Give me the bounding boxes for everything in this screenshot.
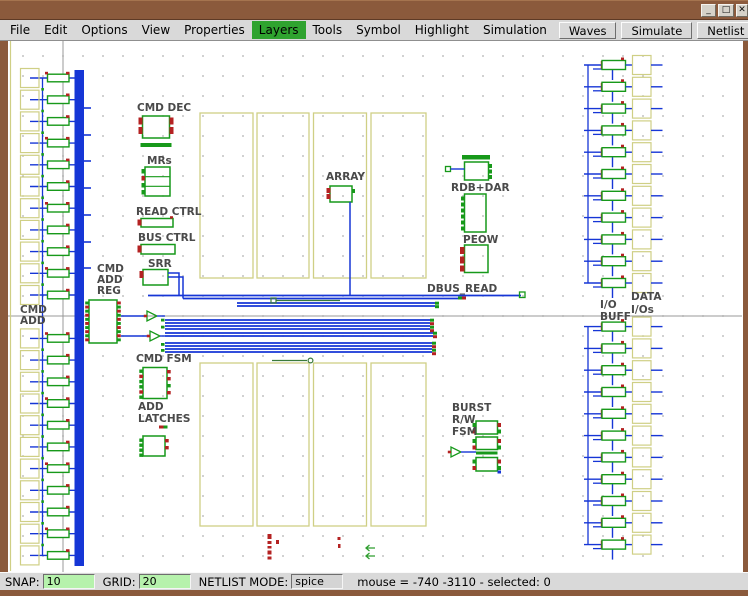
grid-input[interactable]	[139, 574, 191, 589]
waves-button[interactable]: Waves	[559, 22, 617, 39]
application-window: { "window": { "controls": [ {"name": "mi…	[0, 0, 748, 596]
label-rdb-dar: RDB+DAR	[451, 182, 510, 194]
simulate-button[interactable]: Simulate	[621, 22, 692, 39]
netlist-button[interactable]: Netlist	[697, 22, 748, 39]
label-burst-rw-fsm: R/W	[452, 414, 476, 426]
snap-label: SNAP:	[5, 575, 40, 589]
grid-label: GRID:	[103, 575, 136, 589]
label-mrs: MRs	[147, 155, 172, 167]
label-burst-rw-fsm: FSM	[452, 426, 477, 438]
label-read-ctrl: READ CTRL	[136, 206, 202, 218]
menu-item-symbol[interactable]: Symbol	[349, 21, 408, 39]
menu-bar: FileEditOptionsViewPropertiesLayersTools…	[0, 20, 748, 41]
label-add-latches: ADD	[138, 401, 164, 413]
netlist-mode-input[interactable]	[291, 574, 343, 589]
netlist-mode-label: NETLIST MODE:	[199, 575, 289, 589]
mouse-position: mouse = -740 -3110 - selected: 0	[357, 575, 551, 589]
label-array: ARRAY	[326, 171, 365, 183]
minimize-button[interactable]: _	[701, 4, 716, 17]
label-cmd-dec: CMD DEC	[137, 102, 191, 114]
window-frame-bottom	[0, 590, 748, 596]
label-cmd-fsm: CMD FSM	[136, 353, 192, 365]
snap-input[interactable]	[43, 574, 95, 589]
canvas-area: CMDADDCMD DECMRsREAD CTRLBUS CTRLSRRCMDA…	[0, 41, 748, 572]
menu-item-tools[interactable]: Tools	[306, 21, 350, 39]
window-frame-right	[743, 41, 748, 572]
toolbar-buttons: WavesSimulateNetlistHelp	[554, 22, 748, 39]
menu-item-layers[interactable]: Layers	[252, 21, 306, 39]
label-add-latches: LATCHES	[138, 413, 190, 425]
window-frame-left	[0, 41, 8, 572]
label-data-ios: DATA	[631, 291, 662, 303]
menu-item-file[interactable]: File	[3, 21, 37, 39]
label-cmd-add-reg: REG	[97, 285, 121, 297]
menu-item-properties[interactable]: Properties	[177, 21, 252, 39]
label-cmd-add: ADD	[20, 315, 46, 327]
close-button[interactable]: ✕	[736, 4, 748, 17]
main-bus[interactable]	[75, 70, 85, 566]
label-peow: PEOW	[463, 234, 499, 246]
label-bus-ctrl: BUS CTRL	[138, 232, 196, 244]
maximize-button[interactable]: □	[718, 4, 734, 17]
menu-item-edit[interactable]: Edit	[37, 21, 74, 39]
label-srr: SRR	[148, 258, 172, 270]
status-bar: SNAP: GRID: NETLIST MODE: mouse = -740 -…	[0, 572, 748, 590]
schematic-canvas[interactable]: CMDADDCMD DECMRsREAD CTRLBUS CTRLSRRCMDA…	[8, 41, 742, 572]
menu-items: FileEditOptionsViewPropertiesLayersTools…	[3, 21, 554, 39]
title-bar: _ □ ✕	[0, 0, 748, 20]
label-dbus-read: DBUS_READ	[427, 283, 497, 295]
label-burst-rw-fsm: BURST	[452, 402, 492, 414]
menu-item-options[interactable]: Options	[74, 21, 134, 39]
menu-item-view[interactable]: View	[135, 21, 177, 39]
menu-item-highlight[interactable]: Highlight	[408, 21, 476, 39]
label-io-buff: I/O	[600, 299, 617, 311]
label-io-buff: BUFF	[600, 311, 631, 323]
label-data-ios: I/Os	[631, 304, 654, 316]
menu-item-simulation[interactable]: Simulation	[476, 21, 554, 39]
